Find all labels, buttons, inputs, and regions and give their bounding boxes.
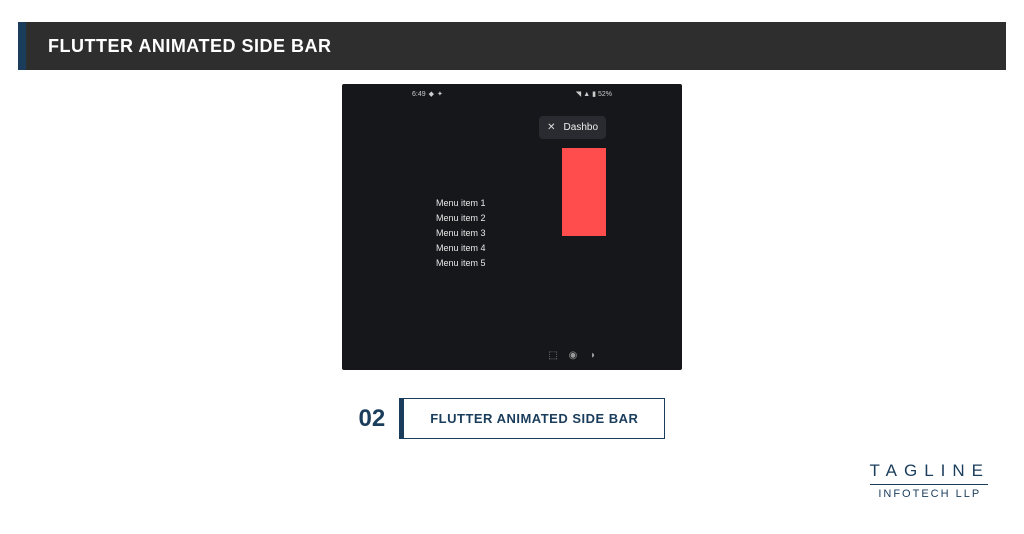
bottom-nav: ⬚ ◉ ◗ <box>548 350 598 360</box>
nav-icon-1[interactable]: ⬚ <box>548 350 558 360</box>
sidebar-item-2[interactable]: Menu item 2 <box>436 213 486 223</box>
header-bar: FLUTTER ANIMATED SIDE BAR <box>18 22 1006 70</box>
app-bar-title: Dashbo <box>564 122 598 133</box>
status-dot-icon: ◆ <box>429 90 434 98</box>
content-area: 6:49 ◆ ✦ ◥ ▲ ▮ 52% ✕ Dashbo Menu item 1 … <box>0 84 1024 439</box>
status-bar: 6:49 ◆ ✦ ◥ ▲ ▮ 52% <box>412 90 612 98</box>
status-left: 6:49 ◆ ✦ <box>412 90 443 98</box>
caption-box: FLUTTER ANIMATED SIDE BAR <box>399 398 665 439</box>
close-icon[interactable]: ✕ <box>547 123 555 133</box>
content-preview-block <box>562 148 606 236</box>
status-bell-icon: ✦ <box>437 90 443 98</box>
signal-icon: ▲ <box>583 91 590 98</box>
caption-row: 02 FLUTTER ANIMATED SIDE BAR <box>359 398 666 439</box>
sidebar-item-4[interactable]: Menu item 4 <box>436 243 486 253</box>
nav-icon-3[interactable]: ◗ <box>588 350 598 360</box>
header-accent <box>18 22 26 70</box>
sidebar-menu: Menu item 1 Menu item 2 Menu item 3 Menu… <box>436 198 486 268</box>
sidebar-item-5[interactable]: Menu item 5 <box>436 258 486 268</box>
header-title: FLUTTER ANIMATED SIDE BAR <box>26 36 331 57</box>
logo-subtitle: INFOTECH LLP <box>870 488 990 500</box>
wifi-icon: ◥ <box>576 90 581 98</box>
app-bar: ✕ Dashbo <box>539 116 606 139</box>
caption-number: 02 <box>359 398 386 439</box>
logo-divider <box>870 484 988 485</box>
battery-icon: ▮ <box>592 90 596 98</box>
status-time: 6:49 <box>412 91 426 98</box>
battery-percent: 52% <box>598 91 612 98</box>
caption-text: FLUTTER ANIMATED SIDE BAR <box>430 411 638 426</box>
status-right: ◥ ▲ ▮ 52% <box>576 90 612 98</box>
brand-logo: TAGLINE INFOTECH LLP <box>870 461 990 500</box>
sidebar-item-1[interactable]: Menu item 1 <box>436 198 486 208</box>
phone-demo: 6:49 ◆ ✦ ◥ ▲ ▮ 52% ✕ Dashbo Menu item 1 … <box>342 84 682 370</box>
logo-title: TAGLINE <box>870 461 990 481</box>
sidebar-item-3[interactable]: Menu item 3 <box>436 228 486 238</box>
nav-icon-2[interactable]: ◉ <box>568 350 578 360</box>
